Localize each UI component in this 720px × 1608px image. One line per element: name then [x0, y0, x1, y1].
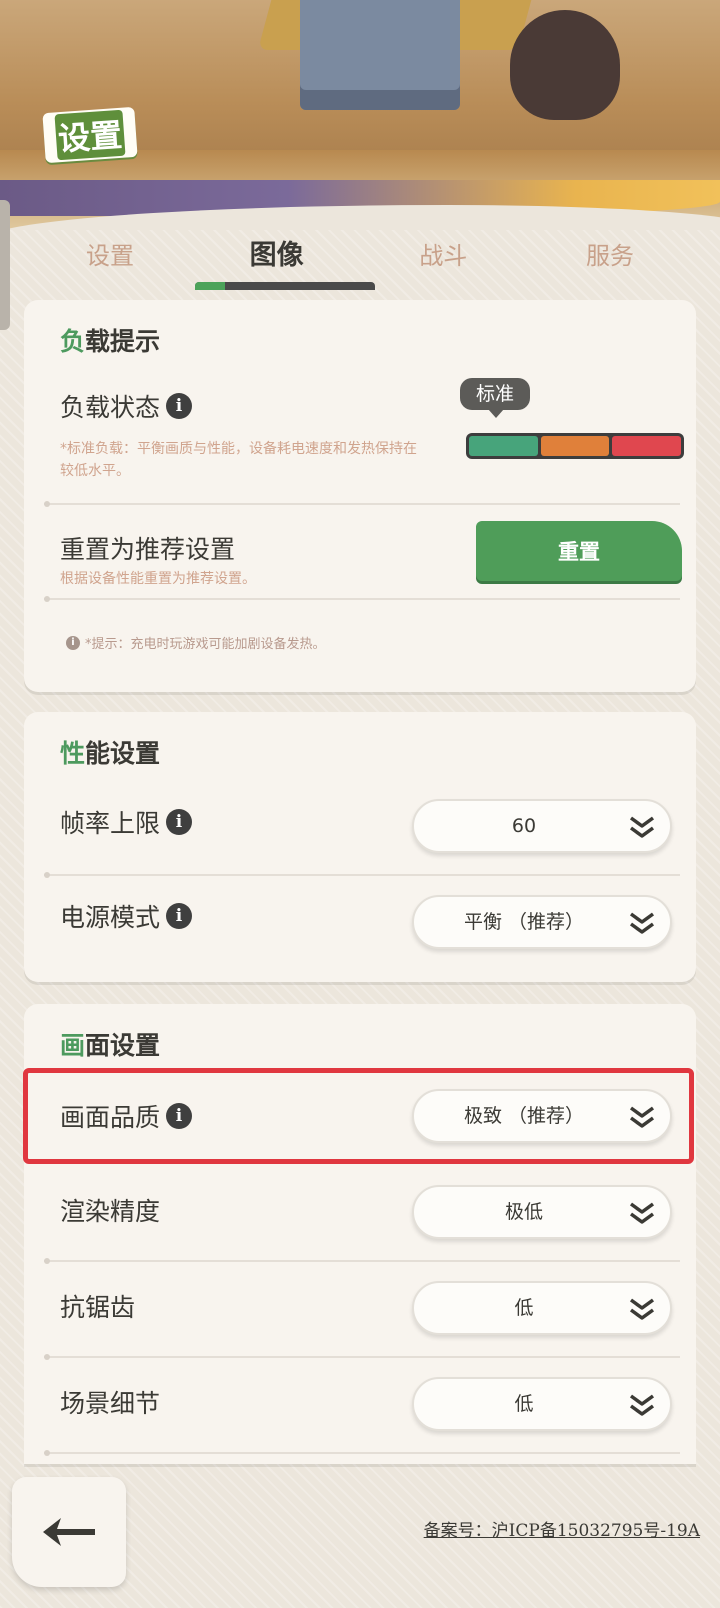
frame-rate-label: 帧率上限 i: [60, 804, 193, 840]
antialias-label: 抗锯齿: [60, 1288, 135, 1324]
scene-detail-dropdown[interactable]: 低: [412, 1377, 672, 1431]
load-meter: [466, 433, 684, 459]
tab-settings[interactable]: 设置: [40, 228, 180, 288]
divider: [44, 1450, 680, 1456]
chevron-down-icon: [629, 912, 655, 934]
info-icon[interactable]: i: [166, 809, 193, 835]
antialias-text: 抗锯齿: [60, 1293, 136, 1322]
chevron-down-icon: [629, 1394, 655, 1416]
tab-bar: 设置 图像 战斗 服务: [40, 228, 680, 290]
side-handle: [0, 200, 10, 330]
title-accent: 负: [60, 327, 86, 356]
frame-rate-text: 帧率上限: [60, 809, 161, 838]
tab-graphics[interactable]: 图像: [194, 228, 375, 290]
back-button[interactable]: [12, 1477, 126, 1587]
meter-segment-standard: [469, 436, 538, 456]
divider: [44, 1354, 680, 1360]
selection-highlight: [23, 1068, 694, 1164]
back-arrow-icon: [43, 1518, 95, 1546]
chevron-down-icon: [629, 1298, 655, 1320]
power-mode-text: 电源模式: [60, 903, 161, 932]
reset-button[interactable]: 重置: [476, 521, 682, 581]
divider: [44, 872, 680, 878]
tab-service[interactable]: 服务: [540, 228, 680, 288]
dropdown-value: 低: [514, 1393, 534, 1415]
dropdown-value: 平衡 （推荐）: [463, 911, 585, 933]
title-accent: 画: [60, 1031, 86, 1060]
graphics-card-title: 画面设置: [60, 1026, 160, 1062]
meter-segment-extreme: [612, 436, 682, 456]
title-rest: 面设置: [85, 1031, 161, 1060]
divider: [44, 1258, 680, 1264]
render-label: 渲染精度: [60, 1192, 160, 1228]
tab-combat[interactable]: 战斗: [373, 228, 513, 288]
dropdown-value: 60: [511, 815, 537, 837]
load-card-title: 负载提示: [60, 322, 160, 358]
scene-detail-text: 场景细节: [60, 1389, 161, 1418]
reset-label-text: 重置为推荐设置: [60, 535, 236, 564]
title-rest: 载提示: [85, 327, 161, 356]
load-status-label: 负载状态 i: [60, 388, 193, 424]
load-status-description: *标准负载：平衡画质与性能，设备耗电速度和发热保持在较低水平。: [60, 441, 417, 479]
info-icon[interactable]: i: [166, 903, 193, 929]
load-status-text: 负载状态: [60, 393, 161, 422]
scene-detail-label: 场景细节: [60, 1384, 160, 1420]
chevron-down-icon: [629, 1202, 655, 1224]
dropdown-value: 低: [514, 1297, 534, 1319]
meter-segment-high: [540, 436, 610, 456]
title-rest: 能设置: [85, 739, 161, 768]
title-accent: 性: [60, 739, 86, 768]
divider: [44, 501, 680, 507]
performance-card-title: 性能设置: [60, 734, 160, 770]
power-mode-label: 电源模式 i: [60, 898, 193, 934]
reset-label: 重置为推荐设置: [60, 530, 235, 566]
info-icon[interactable]: i: [166, 393, 193, 419]
page-title-text: 设置: [54, 109, 126, 161]
render-text: 渲染精度: [60, 1197, 161, 1226]
reset-description: 根据设备性能重置为推荐设置。: [60, 571, 256, 587]
scene-house: [300, 0, 460, 110]
power-mode-dropdown[interactable]: 平衡 （推荐）: [412, 895, 672, 949]
icp-record[interactable]: 备案号：沪ICP备15032795号-19A: [424, 1516, 700, 1541]
tip-text: *提示：充电时玩游戏可能加剧设备发热。: [85, 637, 326, 652]
load-level-badge: 标准: [460, 378, 530, 418]
render-dropdown[interactable]: 极低: [412, 1185, 672, 1239]
dropdown-value: 极低: [504, 1201, 543, 1223]
divider: [44, 596, 680, 602]
antialias-dropdown[interactable]: 低: [412, 1281, 672, 1335]
frame-rate-dropdown[interactable]: 60: [412, 799, 672, 853]
chevron-down-icon: [629, 816, 655, 838]
scene-pot: [510, 10, 620, 120]
page-title: 设置: [42, 106, 138, 164]
charging-tip: i *提示：充电时玩游戏可能加剧设备发热。: [66, 633, 326, 652]
info-icon: i: [66, 635, 80, 650]
